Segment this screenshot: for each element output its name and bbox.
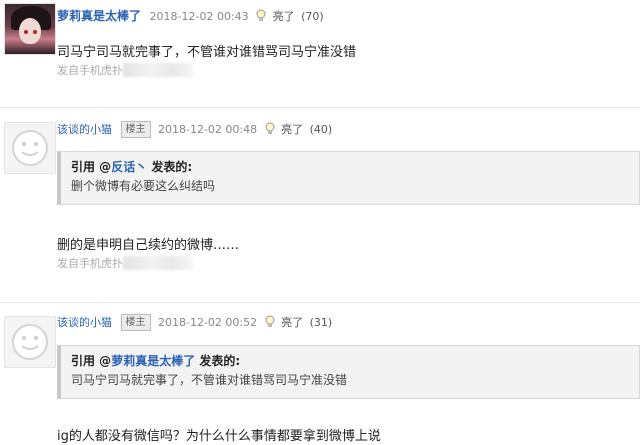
user-avatar[interactable] [4,122,56,174]
quote-text: 删个微博有必要这么纠结吗 [71,179,216,193]
light-up-button[interactable]: 亮了 [273,10,295,23]
post-divider [0,107,640,108]
post-meta: 该谈的小猫 楼主 2018-12-02 00:52 亮了 (31) [57,314,332,332]
post-meta: 萝莉真是太棒了 2018-12-02 00:43 亮了 (70) [57,7,324,25]
quote-header: 引用 @萝莉真是太棒了 发表的: [71,352,629,370]
default-avatar-icon [12,324,48,360]
source-label: 发自手机虎扑 [57,257,123,270]
quote-user-link[interactable]: 萝莉真是太棒了 [111,354,195,368]
light-count: (40) [309,123,333,136]
lightbulb-icon[interactable] [264,122,276,141]
source-label: 发自手机虎扑 [57,64,123,77]
quote-user-link[interactable]: 反话丶 [111,160,147,174]
user-avatar[interactable] [4,316,56,368]
lightbulb-icon[interactable] [264,315,276,334]
quote-suffix: 发表的: [199,354,241,368]
op-badge: 楼主 [120,314,151,331]
username-link[interactable]: 萝莉真是太棒了 [57,9,141,23]
username-link[interactable]: 该谈的小猫 [57,123,112,136]
post-date: 2018-12-02 00:52 [158,316,258,329]
op-badge: 楼主 [120,121,151,138]
quote-block: 引用 @反话丶 发表的: 删个微博有必要这么纠结吗 [57,151,640,205]
post-date: 2018-12-02 00:48 [158,123,258,136]
post-date: 2018-12-02 00:43 [149,10,249,23]
post-source: 发自手机虎扑 [57,255,193,271]
quote-text: 司马宁司马就完事了，不管谁对谁错骂司马宁准没错 [71,373,348,387]
lightbulb-icon[interactable] [255,9,267,28]
username-link[interactable]: 该谈的小猫 [57,316,112,329]
post-divider [0,302,640,303]
post-content: 删的是申明自己续约的微博…… [57,238,240,253]
quote-header: 引用 @反话丶 发表的: [71,158,629,176]
post-source: 发自手机虎扑 [57,62,193,78]
light-count: (31) [309,316,333,329]
user-avatar[interactable] [4,3,56,55]
post-content: 司马宁司马就完事了，不管谁对谁错骂司马宁准没错 [57,45,357,60]
blurred-region [123,63,193,77]
quote-block: 引用 @萝莉真是太棒了 发表的: 司马宁司马就完事了，不管谁对谁错骂司马宁准没错 [57,345,640,399]
quote-prefix: 引用 @ [71,354,112,368]
post-meta: 该谈的小猫 楼主 2018-12-02 00:48 亮了 (40) [57,121,332,139]
light-up-button[interactable]: 亮了 [281,123,303,136]
light-count: (70) [301,10,324,23]
default-avatar-icon [12,130,48,166]
post-content: ig的人都没有微信吗？为什么什么事情都要拿到微博上说 [57,429,381,444]
blurred-region [123,256,193,270]
quote-prefix: 引用 @ [71,160,112,174]
light-up-button[interactable]: 亮了 [281,316,303,329]
quote-suffix: 发表的: [151,160,193,174]
